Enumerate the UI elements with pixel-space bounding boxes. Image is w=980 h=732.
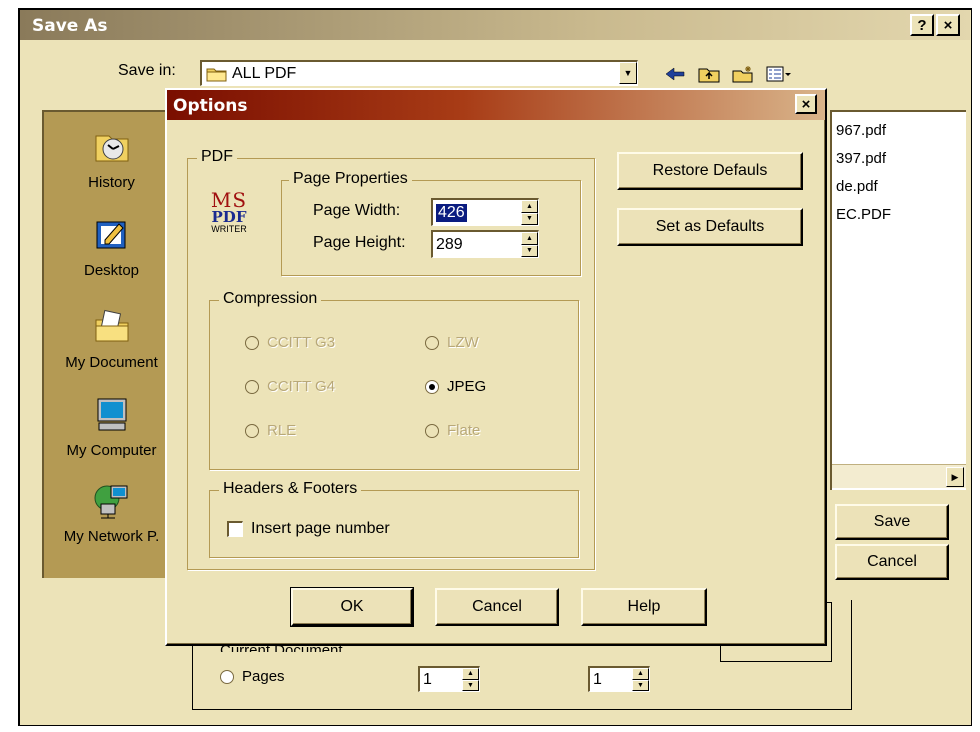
cancel-button[interactable]: Cancel [835,544,949,580]
radio-dot [245,335,259,350]
page-width-value[interactable]: 426 [436,203,467,222]
radio-dot [425,423,439,438]
page-from-spinner[interactable]: 1 ▲ ▼ [418,666,480,692]
options-titlebar[interactable]: Options [167,90,825,120]
page-properties-label: Page Properties [289,170,412,188]
save-as-titlebar[interactable]: Save As [20,10,970,40]
spin-down-icon[interactable]: ▼ [521,212,538,225]
place-label: History [88,174,135,191]
scroll-right-icon[interactable]: ▶ [946,467,964,487]
pages-label: Pages [242,668,285,685]
page-height-spinner[interactable]: 289 ▲ ▼ [431,230,539,258]
pages-radio[interactable]: Pages [220,668,285,685]
place-my-computer[interactable]: My Computer [44,396,179,459]
place-network[interactable]: My Network P. [44,482,179,545]
radio-dot [220,669,234,684]
jpeg-radio[interactable]: JPEG [425,378,486,395]
file-item[interactable]: EC.PDF [836,206,891,223]
spin-up-icon[interactable]: ▲ [521,232,538,245]
places-bar: History Desktop My Document My Computer … [42,110,177,578]
spin-down-icon[interactable]: ▼ [462,679,479,691]
file-item[interactable]: 397.pdf [836,150,886,167]
spin-down-icon[interactable]: ▼ [632,679,649,691]
place-label: My Document [65,354,158,371]
desktop-icon [96,221,125,249]
place-history[interactable]: History [44,128,179,191]
page-from-value: 1 [423,670,432,688]
radio-label: LZW [447,334,479,351]
network-places-icon [94,485,127,519]
headers-footers-label: Headers & Footers [219,480,362,498]
file-item[interactable]: 967.pdf [836,122,886,139]
options-title: Options [173,96,248,116]
radio-dot [425,379,439,394]
page-properties-group [281,180,581,276]
radio-label: CCITT G4 [267,378,336,395]
radio-dot [245,379,259,394]
place-label: My Network P. [63,528,160,545]
place-desktop[interactable]: Desktop [44,216,179,279]
new-folder-icon[interactable] [732,65,754,83]
set-as-defaults-button[interactable]: Set as Defaults [617,208,803,246]
page-to-spinner[interactable]: 1 ▲ ▼ [588,666,650,692]
checkbox-label: Insert page number [251,520,390,537]
save-in-value: ALL PDF [232,64,297,82]
page-width-spinner[interactable]: 426 ▲ ▼ [431,198,539,226]
compression-label: Compression [219,290,322,308]
spin-up-icon[interactable]: ▲ [632,668,649,680]
pdf-group-label: PDF [197,148,237,166]
file-item[interactable]: de.pdf [836,178,878,195]
ccitt-g3-radio[interactable]: CCITT G3 [245,334,335,351]
spin-down-icon[interactable]: ▼ [521,244,538,257]
radio-label: RLE [267,422,297,439]
folder-icon [206,68,227,81]
options-cancel-button[interactable]: Cancel [435,588,559,626]
back-arrow-icon[interactable] [664,65,686,83]
place-label: My Computer [66,442,157,459]
ms-pdf-writer-logo: MS PDF WRITER [210,188,248,234]
close-title-button[interactable]: × [936,14,960,36]
save-in-dropdown[interactable]: ALL PDF ▼ [200,60,638,86]
options-close-button[interactable]: × [795,94,817,114]
up-folder-icon[interactable] [698,65,720,83]
page-height-value[interactable]: 289 [436,236,463,254]
spin-up-icon[interactable]: ▲ [521,200,538,213]
views-menu-icon[interactable] [766,65,792,83]
radio-dot [425,335,439,350]
options-dialog: Options × PDF MS PDF WRITER Page Propert… [165,88,827,646]
flate-radio[interactable]: Flate [425,422,480,439]
place-my-documents[interactable]: My Document [44,308,179,371]
lzw-radio[interactable]: LZW [425,334,479,351]
page-height-label: Page Height: [313,234,406,251]
history-icon [95,135,128,162]
page-to-value: 1 [593,670,602,688]
radio-label: JPEG [447,378,487,395]
file-list[interactable]: 967.pdf 397.pdf de.pdf EC.PDF ▶ [830,110,966,490]
save-as-title: Save As [32,16,108,36]
ccitt-g4-radio[interactable]: CCITT G4 [245,378,335,395]
save-button[interactable]: Save [835,504,949,540]
my-computer-icon [97,398,126,431]
restore-defaults-button[interactable]: Restore Defauls [617,152,803,190]
ok-button[interactable]: OK [290,587,414,627]
help-button[interactable]: Help [581,588,707,626]
my-documents-icon [95,309,128,342]
checkbox-box [227,521,243,537]
chevron-down-icon[interactable]: ▼ [619,62,637,84]
insert-page-number-checkbox[interactable]: Insert page number [227,520,390,538]
save-as-toolbar [664,62,814,86]
radio-dot [245,423,259,438]
place-label: Desktop [83,262,140,279]
rle-radio[interactable]: RLE [245,422,296,439]
page-width-label: Page Width: [313,202,401,219]
radio-label: CCITT G3 [267,334,336,351]
radio-label: Flate [447,422,481,439]
horizontal-scrollbar[interactable]: ▶ [832,464,966,488]
spin-up-icon[interactable]: ▲ [462,668,479,680]
help-title-button[interactable]: ? [910,14,934,36]
save-in-label: Save in: [118,62,176,79]
